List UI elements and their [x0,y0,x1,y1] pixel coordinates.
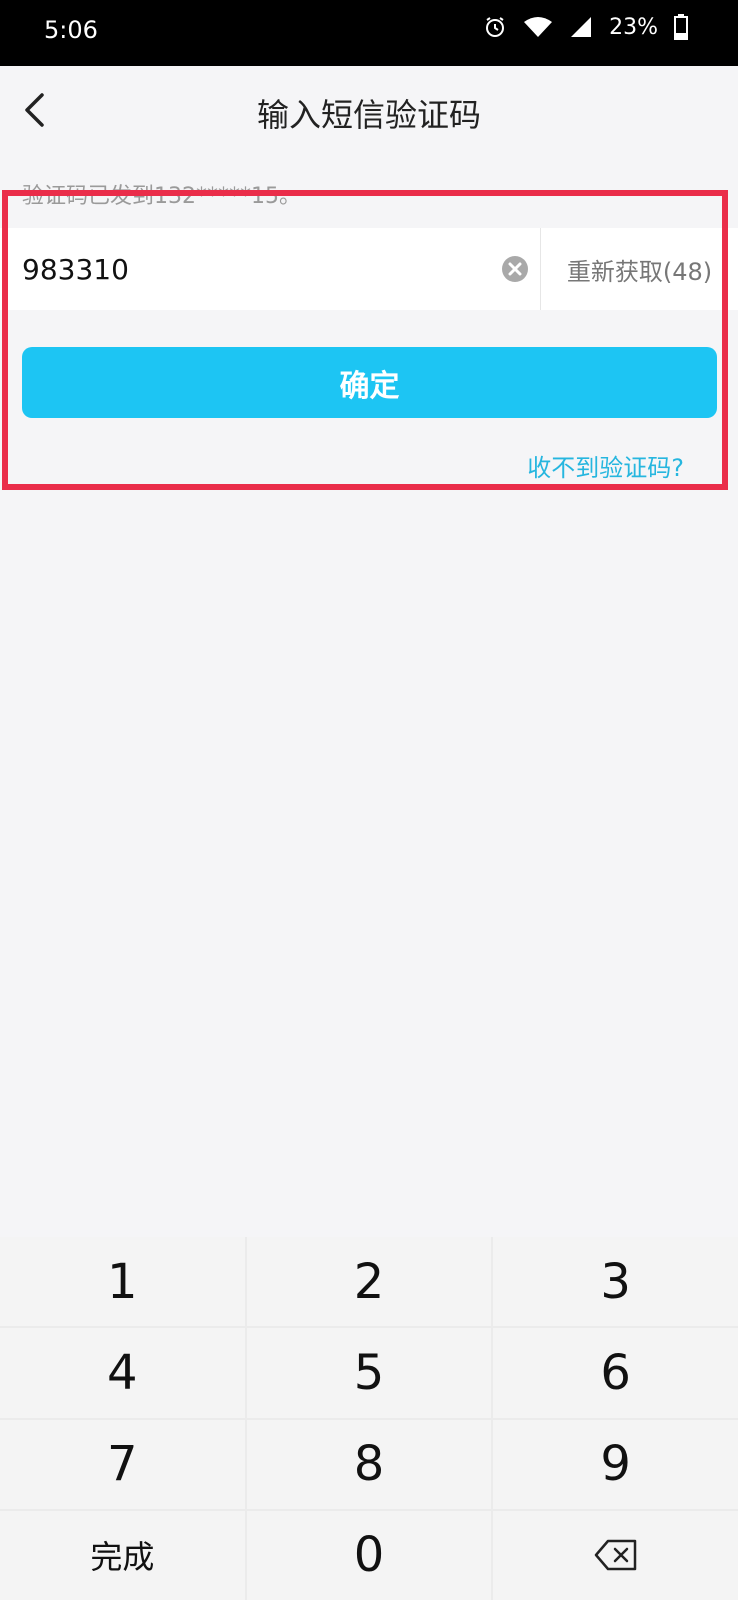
key-4[interactable]: 4 [0,1328,245,1418]
key-8[interactable]: 8 [246,1419,492,1509]
status-time: 5:06 [44,16,98,44]
page-header: 输入短信验证码 [0,66,738,158]
sent-info-text: 验证码已发到132*****15。 [22,184,301,209]
code-input-row: 重新获取(48) [0,228,738,310]
verification-code-input[interactable] [22,242,482,296]
numeric-keypad: 1 2 3 4 5 6 7 8 9 完成 0 [0,1237,738,1600]
key-0[interactable]: 0 [246,1510,492,1600]
delete-key[interactable] [493,1510,738,1600]
clear-icon [501,256,529,287]
key-5[interactable]: 5 [246,1328,492,1418]
clear-input-button[interactable] [501,255,529,283]
battery-percent: 23% [609,14,658,40]
status-icons: 23% [483,14,688,40]
signal-icon [569,16,593,38]
key-3[interactable]: 3 [493,1237,738,1327]
key-7[interactable]: 7 [0,1419,245,1509]
backspace-icon [594,1527,638,1583]
page-title: 输入短信验证码 [256,96,481,134]
done-key[interactable]: 完成 [0,1510,245,1600]
key-1[interactable]: 1 [0,1237,245,1327]
battery-icon [674,14,688,40]
status-bar: 5:06 23% [0,0,738,66]
key-6[interactable]: 6 [493,1328,738,1418]
resend-code-button[interactable]: 重新获取(48) [541,228,738,310]
key-9[interactable]: 9 [493,1419,738,1509]
confirm-button[interactable]: 确定 [22,347,717,418]
alarm-icon [483,15,507,39]
no-code-link[interactable]: 收不到验证码? [527,448,684,483]
wifi-icon [523,16,553,38]
key-2[interactable]: 2 [246,1237,492,1327]
